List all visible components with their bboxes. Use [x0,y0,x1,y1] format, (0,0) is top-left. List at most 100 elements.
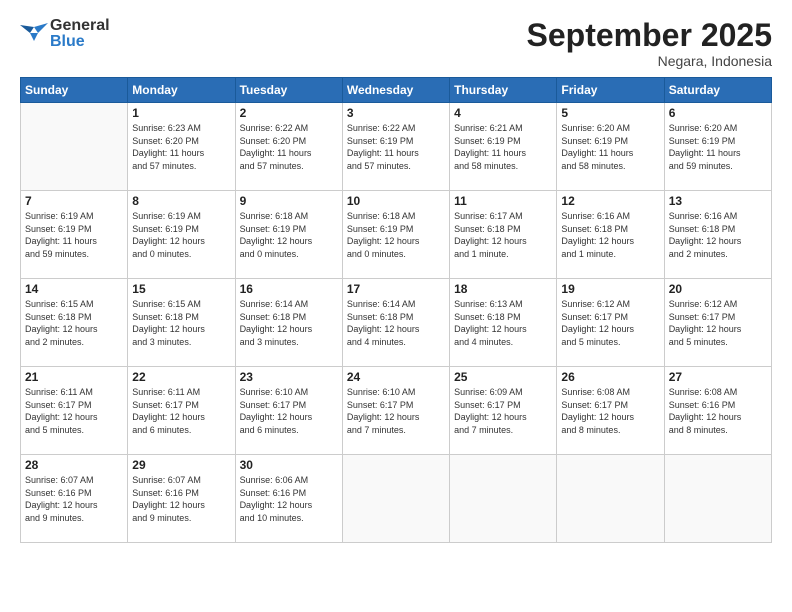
table-row: 15 Sunrise: 6:15 AMSunset: 6:18 PMDayligh… [128,279,235,367]
table-row: 23 Sunrise: 6:10 AMSunset: 6:17 PMDayligh… [235,367,342,455]
day-info: Sunrise: 6:15 AMSunset: 6:18 PMDaylight:… [132,298,230,348]
table-row: 22 Sunrise: 6:11 AMSunset: 6:17 PMDayligh… [128,367,235,455]
table-row: 13 Sunrise: 6:16 AMSunset: 6:18 PMDayligh… [664,191,771,279]
day-info: Sunrise: 6:16 AMSunset: 6:18 PMDaylight:… [561,210,659,260]
day-info: Sunrise: 6:08 AMSunset: 6:17 PMDaylight:… [561,386,659,436]
logo-general-text: General [50,18,110,34]
logo-text: General Blue [50,18,110,50]
day-info: Sunrise: 6:09 AMSunset: 6:17 PMDaylight:… [454,386,552,436]
day-info: Sunrise: 6:14 AMSunset: 6:18 PMDaylight:… [347,298,445,348]
day-info: Sunrise: 6:11 AMSunset: 6:17 PMDaylight:… [132,386,230,436]
day-number: 14 [25,282,123,296]
table-row [664,455,771,543]
table-row: 21Sunrise: 6:11 AMSunset: 6:17 PMDayligh… [21,367,128,455]
day-number: 15 [132,282,230,296]
day-info: Sunrise: 6:06 AMSunset: 6:16 PMDaylight:… [240,474,338,524]
table-row: 25 Sunrise: 6:09 AMSunset: 6:17 PMDayligh… [450,367,557,455]
table-row: 17 Sunrise: 6:14 AMSunset: 6:18 PMDayligh… [342,279,449,367]
day-number: 17 [347,282,445,296]
table-row: 14 Sunrise: 6:15 AMSunset: 6:18 PMDayligh… [21,279,128,367]
day-info: Sunrise: 6:12 AMSunset: 6:17 PMDaylight:… [669,298,767,348]
week-row-2: 7 Sunrise: 6:19 AMSunset: 6:19 PMDaylight… [21,191,772,279]
table-row: 29Sunrise: 6:07 AMSunset: 6:16 PMDayligh… [128,455,235,543]
day-number: 4 [454,106,552,120]
table-row: 6 Sunrise: 6:20 AMSunset: 6:19 PMDaylight… [664,103,771,191]
day-info: Sunrise: 6:21 AMSunset: 6:19 PMDaylight:… [454,122,552,172]
day-info: Sunrise: 6:18 AMSunset: 6:19 PMDaylight:… [347,210,445,260]
calendar-header-row: Sunday Monday Tuesday Wednesday Thursday… [21,78,772,103]
day-info: Sunrise: 6:14 AMSunset: 6:18 PMDaylight:… [240,298,338,348]
week-row-5: 28Sunrise: 6:07 AMSunset: 6:16 PMDayligh… [21,455,772,543]
table-row: 27 Sunrise: 6:08 AMSunset: 6:16 PMDayligh… [664,367,771,455]
table-row: 12Sunrise: 6:16 AMSunset: 6:18 PMDayligh… [557,191,664,279]
col-saturday: Saturday [664,78,771,103]
day-number: 8 [132,194,230,208]
table-row: 9 Sunrise: 6:18 AMSunset: 6:19 PMDaylight… [235,191,342,279]
day-number: 13 [669,194,767,208]
day-number: 21 [25,370,123,384]
table-row: 8 Sunrise: 6:19 AMSunset: 6:19 PMDaylight… [128,191,235,279]
page-header: General Blue September 2025 Negara, Indo… [20,18,772,69]
table-row: 30 Sunrise: 6:06 AMSunset: 6:16 PMDayligh… [235,455,342,543]
col-tuesday: Tuesday [235,78,342,103]
col-friday: Friday [557,78,664,103]
day-number: 5 [561,106,659,120]
day-number: 24 [347,370,445,384]
day-number: 6 [669,106,767,120]
day-info: Sunrise: 6:08 AMSunset: 6:16 PMDaylight:… [669,386,767,436]
day-info: Sunrise: 6:10 AMSunset: 6:17 PMDaylight:… [240,386,338,436]
day-number: 25 [454,370,552,384]
day-info: Sunrise: 6:22 AMSunset: 6:20 PMDaylight:… [240,122,338,172]
day-info: Sunrise: 6:20 AMSunset: 6:19 PMDaylight:… [669,122,767,172]
week-row-3: 14 Sunrise: 6:15 AMSunset: 6:18 PMDayligh… [21,279,772,367]
day-number: 22 [132,370,230,384]
day-number: 29 [132,458,230,472]
day-info: Sunrise: 6:22 AMSunset: 6:19 PMDaylight:… [347,122,445,172]
day-number: 20 [669,282,767,296]
day-number: 3 [347,106,445,120]
table-row [450,455,557,543]
col-wednesday: Wednesday [342,78,449,103]
day-info: Sunrise: 6:15 AMSunset: 6:18 PMDaylight:… [25,298,123,348]
calendar-table: Sunday Monday Tuesday Wednesday Thursday… [20,77,772,543]
logo-blue-text: Blue [50,34,110,50]
day-number: 23 [240,370,338,384]
day-number: 28 [25,458,123,472]
table-row: 28Sunrise: 6:07 AMSunset: 6:16 PMDayligh… [21,455,128,543]
table-row: 5Sunrise: 6:20 AMSunset: 6:19 PMDaylight… [557,103,664,191]
day-info: Sunrise: 6:10 AMSunset: 6:17 PMDaylight:… [347,386,445,436]
week-row-1: 1Sunrise: 6:23 AMSunset: 6:20 PMDaylight… [21,103,772,191]
day-info: Sunrise: 6:16 AMSunset: 6:18 PMDaylight:… [669,210,767,260]
table-row [21,103,128,191]
table-row: 11 Sunrise: 6:17 AMSunset: 6:18 PMDayligh… [450,191,557,279]
location-subtitle: Negara, Indonesia [527,53,772,69]
day-number: 19 [561,282,659,296]
day-info: Sunrise: 6:17 AMSunset: 6:18 PMDaylight:… [454,210,552,260]
col-thursday: Thursday [450,78,557,103]
logo-bird-icon [20,23,48,45]
month-title: September 2025 [527,18,772,53]
day-info: Sunrise: 6:18 AMSunset: 6:19 PMDaylight:… [240,210,338,260]
day-number: 30 [240,458,338,472]
table-row: 18Sunrise: 6:13 AMSunset: 6:18 PMDayligh… [450,279,557,367]
day-info: Sunrise: 6:19 AMSunset: 6:19 PMDaylight:… [132,210,230,260]
day-info: Sunrise: 6:19 AMSunset: 6:19 PMDaylight:… [25,210,123,260]
table-row: 26 Sunrise: 6:08 AMSunset: 6:17 PMDayligh… [557,367,664,455]
week-row-4: 21 Sunrise: 6:11 AMSunset: 6:17 PMDayligh… [21,367,772,455]
day-number: 27 [669,370,767,384]
day-number: 11 [454,194,552,208]
table-row: 3 Sunrise: 6:22 AMSunset: 6:19 PMDaylight… [342,103,449,191]
col-monday: Monday [128,78,235,103]
day-number: 9 [240,194,338,208]
day-number: 26 [561,370,659,384]
day-info: Sunrise: 6:12 AMSunset: 6:17 PMDaylight:… [561,298,659,348]
table-row: 24 Sunrise: 6:10 AMSunset: 6:17 PMDayligh… [342,367,449,455]
col-sunday: Sunday [21,78,128,103]
day-info: Sunrise: 6:13 AMSunset: 6:18 PMDaylight:… [454,298,552,348]
day-number: 1 [132,106,230,120]
day-number: 7 [25,194,123,208]
table-row: 7 Sunrise: 6:19 AMSunset: 6:19 PMDaylight… [21,191,128,279]
title-block: September 2025 Negara, Indonesia [527,18,772,69]
table-row: 10Sunrise: 6:18 AMSunset: 6:19 PMDayligh… [342,191,449,279]
table-row: 4 Sunrise: 6:21 AMSunset: 6:19 PMDaylight… [450,103,557,191]
